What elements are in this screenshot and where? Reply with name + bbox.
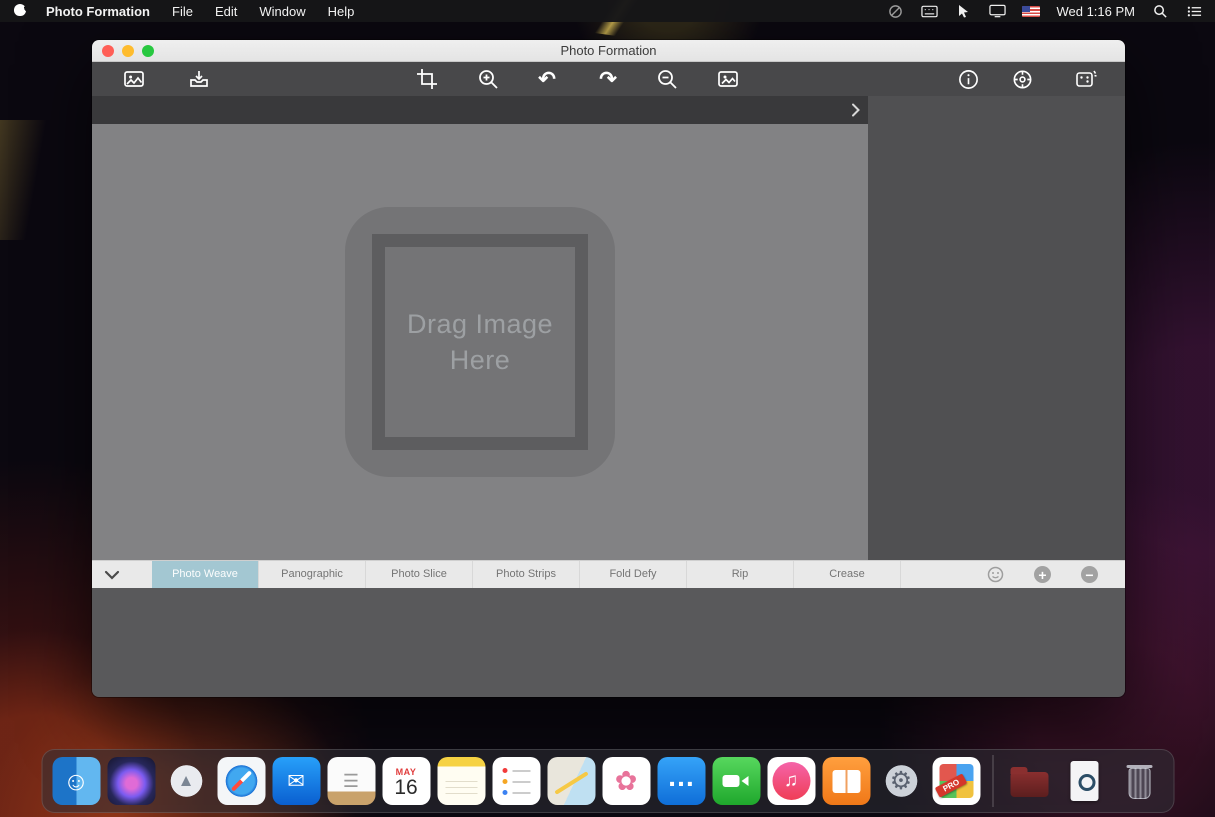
dock-item-safari[interactable]: [217, 757, 265, 805]
dock-item-launchpad[interactable]: ▲: [162, 757, 210, 805]
keyboard-icon[interactable]: [920, 3, 938, 19]
zoom-out-icon[interactable]: [654, 66, 680, 92]
tab-rip[interactable]: Rip: [687, 561, 794, 588]
dock-item-photos[interactable]: ✿: [602, 757, 650, 805]
pointer-icon[interactable]: [954, 3, 972, 19]
dock-item-maps[interactable]: [547, 757, 595, 805]
desktop-light-streak-2: [0, 120, 50, 240]
tab-panographic[interactable]: Panographic: [259, 561, 366, 588]
menu-bar-clock[interactable]: Wed 1:16 PM: [1056, 4, 1135, 19]
dock-item-ibooks[interactable]: [822, 757, 870, 805]
menu-file[interactable]: File: [172, 4, 193, 19]
dock-item-facetime[interactable]: [712, 757, 760, 805]
window-title-bar[interactable]: Photo Formation: [92, 40, 1125, 62]
dock-item-trash[interactable]: [1115, 757, 1163, 805]
randomize-icon[interactable]: [1072, 66, 1098, 92]
menu-help[interactable]: Help: [328, 4, 355, 19]
dock-item-reminders[interactable]: [492, 757, 540, 805]
dock-item-calendar[interactable]: MAY 16: [382, 757, 430, 805]
circle-status-icon[interactable]: [886, 3, 904, 19]
panel-toggle-strip: [92, 96, 868, 124]
drag-image-dropzone[interactable]: Drag Image Here: [345, 207, 615, 477]
dock-separator: [992, 755, 993, 807]
dock-item-mail[interactable]: ✉: [272, 757, 320, 805]
tab-photo-strips[interactable]: Photo Strips: [473, 561, 580, 588]
traffic-lights: [102, 45, 154, 57]
remove-button[interactable]: −: [1081, 566, 1098, 583]
search-icon[interactable]: [1151, 3, 1169, 19]
dock-item-contacts[interactable]: ☰: [327, 757, 375, 805]
drag-image-text: Drag Image Here: [345, 207, 615, 477]
window-content: Drag Image Here: [92, 96, 1125, 560]
info-icon[interactable]: [955, 66, 981, 92]
image-fit-icon[interactable]: [715, 66, 741, 92]
expand-panel-chevron-icon[interactable]: [851, 103, 860, 122]
menu-bar-status-area: Wed 1:16 PM: [886, 3, 1215, 19]
us-flag-icon[interactable]: [1022, 3, 1040, 19]
dock-item-notes[interactable]: [437, 757, 485, 805]
tab-fold-defy[interactable]: Fold Defy: [580, 561, 687, 588]
undo-icon[interactable]: ↶: [534, 66, 560, 92]
left-column: Drag Image Here: [92, 96, 868, 560]
add-button[interactable]: +: [1034, 566, 1051, 583]
zoom-button[interactable]: [142, 45, 154, 57]
redo-icon[interactable]: ↷: [595, 66, 621, 92]
display-icon[interactable]: [988, 3, 1006, 19]
calendar-day: 16: [394, 777, 417, 799]
tab-crease[interactable]: Crease: [794, 561, 901, 588]
dock-item-siri[interactable]: [107, 757, 155, 805]
dock-item-system-preferences[interactable]: ⚙: [877, 757, 925, 805]
crop-icon[interactable]: [414, 66, 440, 92]
minimize-button[interactable]: [122, 45, 134, 57]
apple-icon: [14, 4, 26, 16]
face-sticker-icon[interactable]: [987, 566, 1004, 583]
effects-tab-bar: Photo Weave Panographic Photo Slice Phot…: [92, 560, 1125, 588]
open-image-icon[interactable]: [121, 66, 147, 92]
side-panel-collapsed: [868, 96, 1125, 560]
dock-item-red-folder[interactable]: [1005, 757, 1053, 805]
close-button[interactable]: [102, 45, 114, 57]
menu-app-name[interactable]: Photo Formation: [46, 4, 150, 19]
photo-formation-window: Photo Formation ↶ ↷: [92, 40, 1125, 697]
menu-bar: Photo Formation File Edit Window Help We…: [0, 0, 1215, 22]
dock-item-messages[interactable]: …: [657, 757, 705, 805]
dock: ☺ ▲ ✉ ☰ MAY 16 ✿ … ♫ ⚙ PRO: [41, 749, 1174, 813]
dock-item-itunes[interactable]: ♫: [767, 757, 815, 805]
dock-item-document-viewer[interactable]: [1060, 757, 1108, 805]
zoom-in-icon[interactable]: [475, 66, 501, 92]
collapse-tray-chevron-icon[interactable]: [104, 567, 120, 585]
notification-center-icon[interactable]: [1185, 3, 1203, 19]
tab-photo-weave[interactable]: Photo Weave: [152, 561, 259, 588]
effect-tabs: Photo Weave Panographic Photo Slice Phot…: [152, 561, 901, 588]
import-export-icon[interactable]: [186, 66, 212, 92]
toolbar: ↶ ↷: [92, 62, 1125, 96]
image-canvas[interactable]: Drag Image Here: [92, 124, 868, 560]
dock-item-pro-app[interactable]: PRO: [932, 757, 980, 805]
tab-photo-slice[interactable]: Photo Slice: [366, 561, 473, 588]
apple-menu[interactable]: [14, 4, 28, 18]
effect-options-tray: [92, 588, 1125, 697]
window-title: Photo Formation: [560, 43, 656, 58]
pro-badge: PRO: [935, 773, 968, 797]
settings-icon[interactable]: [1009, 66, 1035, 92]
menu-window[interactable]: Window: [259, 4, 305, 19]
dock-item-finder[interactable]: ☺: [52, 757, 100, 805]
menu-edit[interactable]: Edit: [215, 4, 237, 19]
